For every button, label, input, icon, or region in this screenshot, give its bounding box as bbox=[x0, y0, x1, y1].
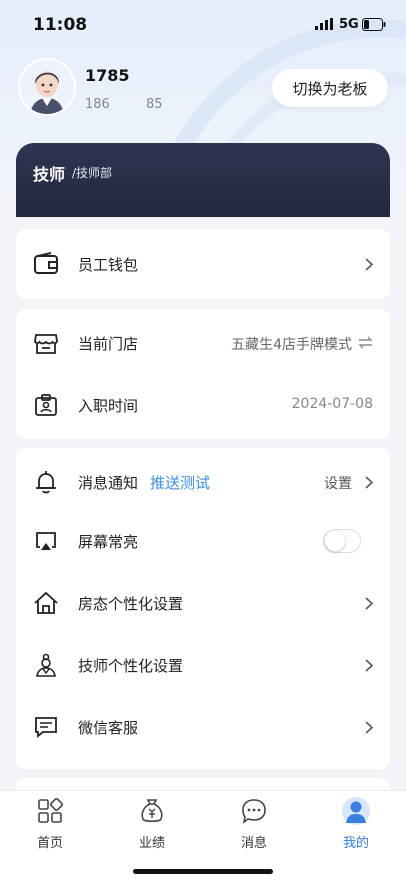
wallet-row[interactable]: 员工钱包 bbox=[16, 229, 390, 299]
current-store-row[interactable]: 当前门店 五藏生4店手牌模式 bbox=[16, 312, 390, 374]
avatar[interactable] bbox=[18, 58, 76, 116]
avatar-image bbox=[20, 60, 74, 114]
grid-icon bbox=[38, 797, 64, 823]
profile-stat-a: 186 bbox=[85, 97, 110, 112]
chat-icon bbox=[242, 799, 266, 824]
tab-label: 我的 bbox=[342, 836, 369, 851]
signal-icon bbox=[315, 18, 333, 30]
notification-row[interactable]: 消息通知 推送测试 设置 bbox=[16, 451, 390, 513]
wechat-service-row[interactable]: 微信客服 bbox=[16, 696, 390, 758]
money-bag-icon bbox=[141, 799, 163, 823]
swap-icon bbox=[358, 336, 373, 349]
chevron-right-icon bbox=[365, 659, 373, 672]
wallet-icon bbox=[34, 252, 58, 274]
chevron-right-icon bbox=[365, 721, 373, 734]
current-store-value: 五藏生4店手牌模式 bbox=[231, 337, 352, 353]
id-badge-icon bbox=[35, 394, 57, 416]
join-date-label: 入职时间 bbox=[78, 397, 139, 415]
tab-mine[interactable]: 我的 bbox=[321, 797, 391, 857]
chevron-right-icon bbox=[365, 597, 373, 610]
current-store-label: 当前门店 bbox=[78, 335, 139, 353]
user-name: 1785 bbox=[85, 66, 130, 85]
switch-to-boss-button[interactable]: 切换为老板 bbox=[272, 69, 388, 107]
role-title: 技师 bbox=[33, 165, 66, 184]
status-time: 11:08 bbox=[33, 15, 88, 35]
tab-label: 首页 bbox=[36, 836, 63, 851]
notification-setting-value: 设置 bbox=[324, 476, 352, 492]
screen-cast-icon bbox=[36, 532, 56, 550]
message-icon bbox=[35, 717, 57, 738]
chevron-right-icon bbox=[365, 476, 373, 489]
join-date-row: 入职时间 2024-07-08 bbox=[16, 374, 390, 436]
wallet-label: 员工钱包 bbox=[78, 256, 139, 274]
toggle-knob bbox=[325, 531, 345, 551]
push-test-link[interactable]: 推送测试 bbox=[150, 472, 210, 493]
notification-label: 消息通知 bbox=[78, 474, 139, 492]
tab-label: 业绩 bbox=[138, 836, 165, 851]
tab-label: 消息 bbox=[240, 836, 267, 851]
home-indicator bbox=[133, 869, 273, 874]
technician-icon bbox=[36, 653, 56, 677]
wechat-service-label: 微信客服 bbox=[78, 719, 139, 737]
role-department: /技师部 bbox=[72, 166, 113, 180]
screen-on-toggle[interactable] bbox=[323, 529, 361, 553]
room-settings-row[interactable]: 房态个性化设置 bbox=[16, 572, 390, 634]
join-date-value: 2024-07-08 bbox=[291, 396, 373, 412]
house-icon bbox=[34, 591, 58, 614]
tab-messages[interactable]: 消息 bbox=[219, 797, 289, 857]
tab-performance[interactable]: 业绩 bbox=[117, 797, 187, 857]
tab-home[interactable]: 首页 bbox=[15, 797, 85, 857]
status-bar: 11:08 5G bbox=[0, 0, 406, 50]
store-card: 当前门店 五藏生4店手牌模式 入职时间 2024-07-08 bbox=[16, 309, 390, 439]
screen-on-row: 屏幕常亮 bbox=[16, 510, 390, 572]
battery-icon bbox=[362, 18, 386, 31]
person-icon bbox=[342, 797, 370, 825]
screen-on-label: 屏幕常亮 bbox=[78, 533, 139, 551]
network-type: 5G bbox=[339, 17, 359, 32]
profile-stat-b: 85 bbox=[146, 97, 163, 112]
role-card: 技师 /技师部 bbox=[16, 143, 390, 217]
tech-settings-label: 技师个性化设置 bbox=[78, 657, 184, 675]
tech-settings-row[interactable]: 技师个性化设置 bbox=[16, 634, 390, 696]
room-settings-label: 房态个性化设置 bbox=[78, 595, 184, 613]
bell-icon bbox=[36, 471, 56, 494]
store-icon bbox=[34, 334, 58, 354]
chevron-right-icon bbox=[365, 258, 373, 271]
settings-card: 消息通知 推送测试 设置 屏幕常亮 房态个性化设置 技师个性化设置 微信客服 bbox=[16, 448, 390, 769]
wallet-card: 员工钱包 bbox=[16, 229, 390, 299]
